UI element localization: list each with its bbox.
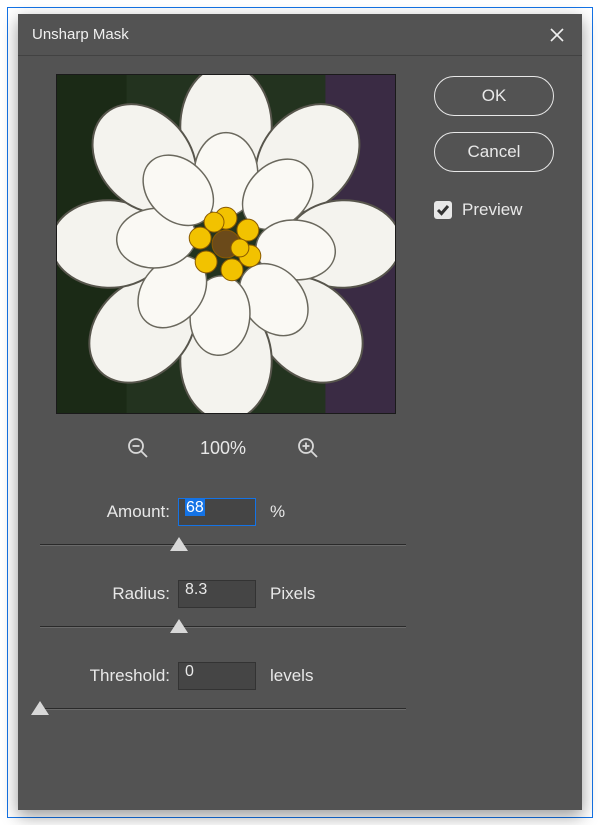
radius-unit: Pixels [256, 584, 315, 604]
check-icon [436, 203, 450, 217]
right-column: OK Cancel Preview [408, 74, 564, 798]
radius-input[interactable]: 8.3 [178, 580, 256, 608]
slider-track [40, 626, 406, 628]
parameters: Amount: 68 % Radius: 8.3 Pixels [38, 498, 408, 744]
amount-unit: % [256, 502, 285, 522]
radius-label: Radius: [40, 584, 178, 604]
close-icon [549, 27, 565, 43]
amount-row: Amount: 68 % [40, 498, 406, 526]
preview-image [57, 75, 395, 413]
zoom-out-icon [126, 436, 150, 460]
radius-slider[interactable] [40, 618, 406, 636]
zoom-in-icon [296, 436, 320, 460]
zoom-in-button[interactable] [296, 436, 320, 460]
slider-thumb[interactable] [170, 619, 188, 633]
threshold-slider[interactable] [40, 700, 406, 718]
preview-checkbox[interactable] [434, 201, 452, 219]
close-button[interactable] [542, 20, 572, 50]
slider-thumb[interactable] [170, 537, 188, 551]
preview-checkbox-row[interactable]: Preview [434, 200, 554, 220]
zoom-level: 100% [200, 438, 246, 459]
threshold-row: Threshold: 0 levels [40, 662, 406, 690]
titlebar[interactable]: Unsharp Mask [18, 14, 582, 56]
zoom-out-button[interactable] [126, 436, 150, 460]
dialog-title: Unsharp Mask [32, 26, 129, 43]
zoom-controls: 100% [38, 436, 408, 460]
ok-button[interactable]: OK [434, 76, 554, 116]
slider-track [40, 544, 406, 546]
threshold-label: Threshold: [40, 666, 178, 686]
dialog-content: 100% Amount: 68 % Radius: 8.3 [18, 56, 582, 810]
threshold-unit: levels [256, 666, 313, 686]
slider-thumb[interactable] [31, 701, 49, 715]
amount-slider[interactable] [40, 536, 406, 554]
effect-preview[interactable] [56, 74, 396, 414]
radius-row: Radius: 8.3 Pixels [40, 580, 406, 608]
preview-checkbox-label: Preview [462, 200, 522, 220]
amount-label: Amount: [40, 502, 178, 522]
left-column: 100% Amount: 68 % Radius: 8.3 [38, 74, 408, 798]
slider-track [40, 708, 406, 710]
amount-input[interactable]: 68 [178, 498, 256, 526]
threshold-input[interactable]: 0 [178, 662, 256, 690]
cancel-button[interactable]: Cancel [434, 132, 554, 172]
unsharp-mask-dialog: Unsharp Mask [18, 14, 582, 810]
